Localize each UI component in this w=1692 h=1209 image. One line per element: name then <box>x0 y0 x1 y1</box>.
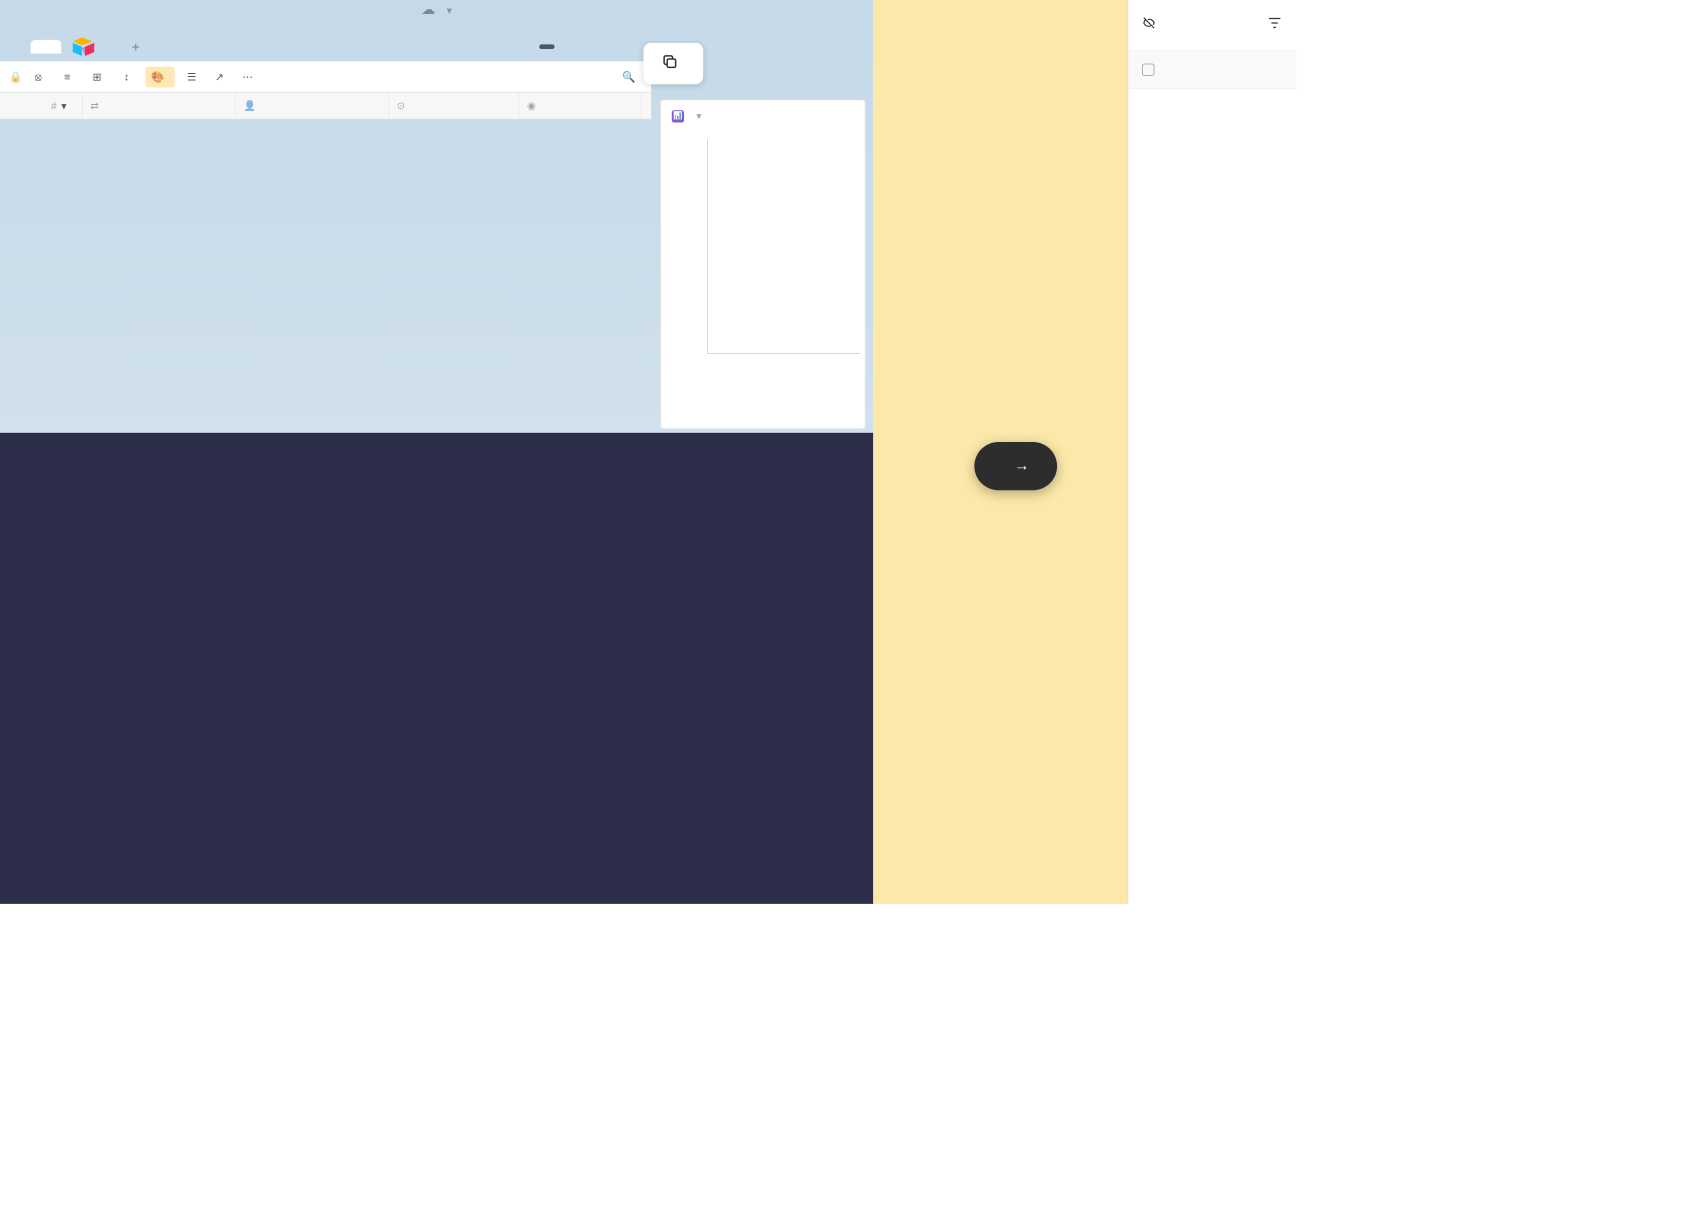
group-icon: ⊞ <box>93 70 102 83</box>
row-height-button[interactable]: ☰ <box>181 66 203 87</box>
grid-column-header <box>1128 51 1296 89</box>
copy-icon <box>662 54 677 74</box>
color-button[interactable]: 🎨 <box>145 66 174 87</box>
person-icon: 👤 <box>244 100 256 112</box>
col-status[interactable]: ⊙ <box>389 93 519 119</box>
lock-icon: 🔒 <box>9 70 22 83</box>
search-button[interactable]: 🔍 <box>616 66 642 87</box>
col-project[interactable]: ⇄ <box>83 93 236 119</box>
link-icon: ⇄ <box>90 100 98 112</box>
hide-fields-button[interactable] <box>1142 16 1162 34</box>
template-info-panel <box>0 433 873 904</box>
share-view-button[interactable]: ↗ <box>209 66 230 87</box>
select-icon: ◉ <box>527 100 536 112</box>
tab-deliverables[interactable] <box>31 40 62 54</box>
view-toolbar: 🔒 ⦻ ≡ ⊞ ↕ 🎨 ☰ ↗ ⋯ 🔍 <box>0 61 651 92</box>
eye-off-icon <box>1142 16 1156 34</box>
airtable-screenshot-bg: ☁ ▾ + 🔒 ⦻ ≡ ⊞ ↕ 🎨 ☰ ↗ ⋯ 🔍 #▾ ⇄ 👤 ⊙ ◉ • 📊 <box>0 0 873 433</box>
base-title[interactable]: ☁ ▾ <box>0 2 873 18</box>
col-owner[interactable]: 👤 <box>236 93 389 119</box>
col-number[interactable]: #▾ <box>0 93 83 119</box>
caret-down-icon: ▾ <box>447 4 452 16</box>
filter-icon[interactable] <box>1267 15 1282 34</box>
grid-header: #▾ ⇄ 👤 ⊙ ◉ <box>0 92 651 120</box>
cloud-icon: ☁ <box>421 2 435 17</box>
sort-icon: ↕ <box>124 70 129 82</box>
sort-button[interactable]: ↕ <box>118 67 139 87</box>
lookup-icon: ⊙ <box>397 100 405 112</box>
chart-bars <box>707 139 860 353</box>
table-tabs: + <box>0 32 873 61</box>
filter-icon: ≡ <box>64 70 70 82</box>
right-grid-panel <box>1128 0 1297 904</box>
airtable-logo-icon <box>72 37 95 57</box>
eye-off-icon: ⦻ <box>35 70 42 83</box>
paint-icon: 🎨 <box>151 70 164 83</box>
explore-base-button[interactable]: → <box>974 442 1057 490</box>
caret-down-icon: ▾ <box>696 110 701 123</box>
share-icon: ↗ <box>215 70 224 83</box>
col-assessment[interactable]: ◉ <box>519 93 642 119</box>
row-height-icon: ☰ <box>187 70 197 83</box>
chart-title[interactable]: 📊 ▾ <box>661 100 865 131</box>
chart-icon: 📊 <box>672 110 684 122</box>
select-all-checkbox[interactable] <box>1142 64 1154 76</box>
hash-icon: # <box>51 100 57 111</box>
group-button[interactable]: ⊞ <box>86 66 111 87</box>
filter-button[interactable]: ≡ <box>58 67 80 87</box>
add-tab-button[interactable]: + <box>123 32 149 62</box>
more-button[interactable]: ⋯ <box>236 66 259 87</box>
airtable-logo[interactable] <box>72 37 101 57</box>
chart-panel: 📊 ▾ <box>660 100 865 429</box>
share-button[interactable] <box>539 44 554 49</box>
search-icon: 🔍 <box>622 70 635 83</box>
hidden-fields-button[interactable]: ⦻ <box>29 66 52 87</box>
arrow-right-icon: → <box>1014 457 1029 475</box>
use-template-button[interactable] <box>643 43 703 84</box>
tab-projects[interactable] <box>0 40 31 54</box>
